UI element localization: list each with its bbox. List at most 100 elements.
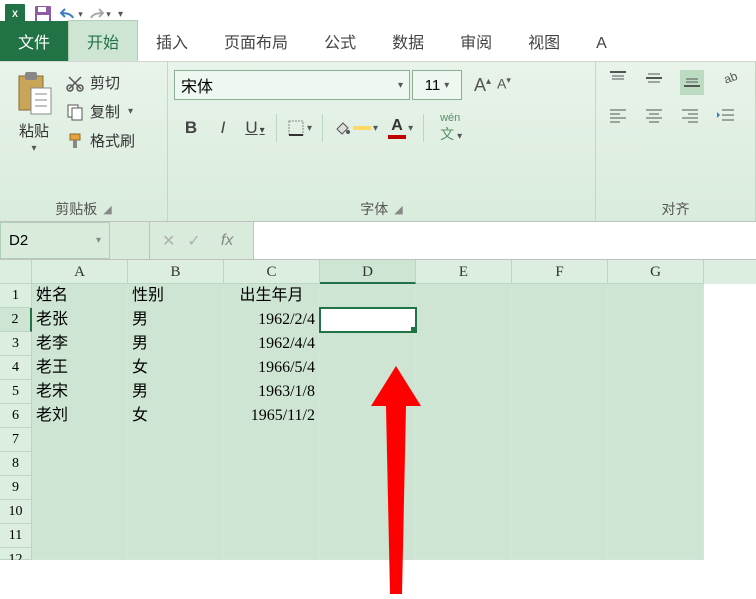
align-right-button[interactable] — [680, 107, 700, 128]
cell[interactable] — [608, 284, 704, 308]
cell[interactable]: 女 — [128, 404, 224, 428]
cell[interactable]: 老李 — [32, 332, 128, 356]
col-header-f[interactable]: F — [512, 260, 608, 284]
cell[interactable] — [512, 476, 608, 500]
select-all-corner[interactable] — [0, 260, 32, 284]
orientation-button[interactable]: ab — [720, 70, 740, 95]
cell[interactable] — [128, 524, 224, 548]
col-header-b[interactable]: B — [128, 260, 224, 284]
cell[interactable] — [608, 476, 704, 500]
cell[interactable]: 性别 — [128, 284, 224, 308]
col-header-e[interactable]: E — [416, 260, 512, 284]
cell[interactable] — [512, 404, 608, 428]
cell[interactable] — [416, 404, 512, 428]
cell[interactable] — [608, 308, 704, 332]
align-bottom-button[interactable] — [680, 70, 704, 95]
cell[interactable]: 女 — [128, 356, 224, 380]
cell[interactable] — [128, 428, 224, 452]
cell[interactable]: 1965/11/2 — [224, 404, 320, 428]
cell[interactable] — [608, 356, 704, 380]
cell[interactable] — [32, 548, 128, 560]
cell[interactable] — [32, 452, 128, 476]
tab-data[interactable]: 数据 — [374, 21, 442, 61]
name-box[interactable]: D2 ▾ — [0, 222, 110, 259]
cell[interactable] — [224, 452, 320, 476]
cell[interactable]: 老王 — [32, 356, 128, 380]
cell[interactable] — [512, 284, 608, 308]
fx-button[interactable]: fx — [213, 232, 241, 250]
cell[interactable] — [512, 500, 608, 524]
tab-formulas[interactable]: 公式 — [306, 21, 374, 61]
cell[interactable] — [608, 524, 704, 548]
increase-indent-button[interactable] — [716, 107, 736, 128]
cell[interactable] — [32, 524, 128, 548]
cell[interactable] — [608, 404, 704, 428]
row-header[interactable]: 12 — [0, 548, 32, 560]
cell[interactable] — [320, 332, 416, 356]
dropdown-icon[interactable]: ▾ — [31, 143, 36, 154]
cell-selected[interactable] — [320, 308, 416, 332]
cell[interactable] — [320, 284, 416, 308]
tab-home[interactable]: 开始 — [68, 20, 138, 61]
dropdown-icon[interactable]: ▾ — [444, 80, 449, 91]
bold-button[interactable]: B — [180, 118, 202, 138]
align-center-button[interactable] — [644, 107, 664, 128]
cell[interactable]: 1962/2/4 — [224, 308, 320, 332]
cell[interactable]: 老宋 — [32, 380, 128, 404]
customize-qat-button[interactable]: ▾ — [114, 9, 127, 20]
cell[interactable] — [320, 548, 416, 560]
font-name-combo[interactable]: 宋体 ▾ — [174, 70, 410, 100]
dialog-launcher-icon[interactable]: ◢ — [394, 203, 402, 216]
cell[interactable] — [608, 500, 704, 524]
cell[interactable] — [32, 500, 128, 524]
cell[interactable] — [416, 452, 512, 476]
cell[interactable]: 男 — [128, 308, 224, 332]
cell[interactable] — [128, 500, 224, 524]
align-left-button[interactable] — [608, 107, 628, 128]
cell[interactable] — [320, 476, 416, 500]
dropdown-icon[interactable]: ▾ — [307, 123, 312, 134]
cell[interactable] — [512, 524, 608, 548]
format-painter-button[interactable]: 格式刷 — [66, 130, 135, 151]
cell[interactable] — [608, 548, 704, 560]
tab-addins[interactable]: A — [578, 27, 625, 61]
cell[interactable] — [512, 428, 608, 452]
dropdown-icon[interactable]: ▾ — [78, 9, 83, 20]
cell[interactable] — [320, 524, 416, 548]
cell[interactable] — [224, 500, 320, 524]
col-header-a[interactable]: A — [32, 260, 128, 284]
cell[interactable]: 老张 — [32, 308, 128, 332]
cell[interactable] — [512, 380, 608, 404]
cell[interactable] — [608, 332, 704, 356]
paste-button[interactable]: 粘贴 ▾ — [6, 66, 62, 154]
cell[interactable]: 老刘 — [32, 404, 128, 428]
phonetic-button[interactable]: wén 文 ▾ — [440, 112, 462, 144]
italic-button[interactable]: I — [212, 118, 234, 138]
cell[interactable] — [32, 428, 128, 452]
increase-font-button[interactable]: A▴ — [474, 75, 491, 96]
cut-button[interactable]: 剪切 — [66, 72, 135, 93]
tab-review[interactable]: 审阅 — [442, 21, 510, 61]
dropdown-icon[interactable]: ▾ — [128, 106, 133, 117]
cell[interactable] — [224, 428, 320, 452]
cancel-formula-button[interactable]: ✕ — [162, 231, 175, 251]
font-size-combo[interactable]: 11 ▾ — [412, 70, 462, 100]
cell[interactable] — [224, 548, 320, 560]
cell[interactable] — [416, 548, 512, 560]
col-header-d[interactable]: D — [320, 260, 416, 284]
cell[interactable] — [320, 404, 416, 428]
cell[interactable] — [512, 356, 608, 380]
borders-button[interactable]: ▾ — [287, 119, 312, 137]
align-middle-button[interactable] — [644, 70, 664, 95]
cell[interactable] — [416, 356, 512, 380]
accept-formula-button[interactable]: ✓ — [187, 231, 200, 251]
cell[interactable] — [320, 380, 416, 404]
cell[interactable]: 男 — [128, 380, 224, 404]
cell[interactable]: 姓名 — [32, 284, 128, 308]
row-header[interactable]: 10 — [0, 500, 32, 524]
dropdown-icon[interactable]: ▾ — [373, 123, 378, 134]
copy-button[interactable]: 复制 ▾ — [66, 101, 135, 122]
cell[interactable]: 1966/5/4 — [224, 356, 320, 380]
cell[interactable] — [416, 428, 512, 452]
cell[interactable] — [320, 356, 416, 380]
